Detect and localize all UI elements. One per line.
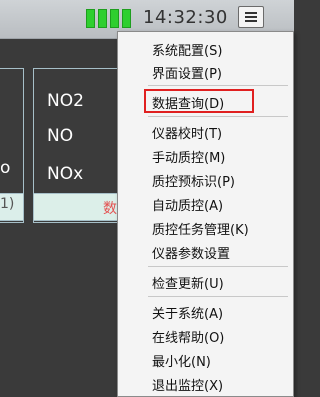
battery-bar bbox=[86, 9, 95, 28]
menu-item-instrument-time[interactable]: 仪器校时(T) bbox=[152, 123, 222, 142]
battery-indicator bbox=[86, 9, 131, 28]
menu-separator bbox=[148, 266, 288, 267]
gas-no2-text: NO2 bbox=[47, 91, 84, 111]
menu-item-check-update[interactable]: 检查更新(U) bbox=[152, 273, 224, 292]
menu-item-ui-settings[interactable]: 界面设置(P) bbox=[152, 63, 222, 82]
menu-separator bbox=[148, 296, 288, 297]
gas-label-no: NO bbox=[47, 126, 74, 146]
menu-item-qc-task-manage[interactable]: 质控任务管理(K) bbox=[152, 219, 249, 238]
menu-item-system-config[interactable]: 系统配置(S) bbox=[152, 40, 222, 59]
menu-item-minimize[interactable]: 最小化(N) bbox=[152, 351, 211, 370]
battery-bar bbox=[98, 9, 107, 28]
menu-item-about[interactable]: 关于系统(A) bbox=[152, 303, 223, 322]
menu-separator bbox=[148, 116, 288, 117]
gas-label-nox: NOx bbox=[47, 164, 84, 184]
menu-item-manual-qc[interactable]: 手动质控(M) bbox=[152, 147, 225, 166]
battery-bar bbox=[110, 9, 119, 28]
menu-item-instrument-params[interactable]: 仪器参数设置 bbox=[152, 243, 230, 262]
main-menu-dropdown: 系统配置(S) 界面设置(P) 数据查询(D) 仪器校时(T) 手动质控(M) … bbox=[117, 31, 294, 397]
gas-card-footer-text: 数 bbox=[103, 201, 117, 217]
menu-item-data-query[interactable]: 数据查询(D) bbox=[152, 93, 224, 112]
menu-separator bbox=[148, 85, 288, 86]
menu-item-online-help[interactable]: 在线帮助(O) bbox=[152, 327, 224, 346]
battery-bar bbox=[122, 9, 131, 28]
left-card-value: o bbox=[0, 158, 11, 178]
menu-button[interactable] bbox=[238, 6, 264, 28]
menu-item-exit-monitor[interactable]: 退出监控(X) bbox=[152, 375, 223, 394]
menu-item-qc-pre-mark[interactable]: 质控预标识(P) bbox=[152, 171, 235, 190]
clock: 14:32:30 bbox=[143, 7, 228, 28]
left-card-footer-text: 1) bbox=[0, 196, 15, 212]
menu-item-auto-qc[interactable]: 自动质控(A) bbox=[152, 195, 223, 214]
gas-label-no2: NO2 bbox=[47, 91, 84, 111]
